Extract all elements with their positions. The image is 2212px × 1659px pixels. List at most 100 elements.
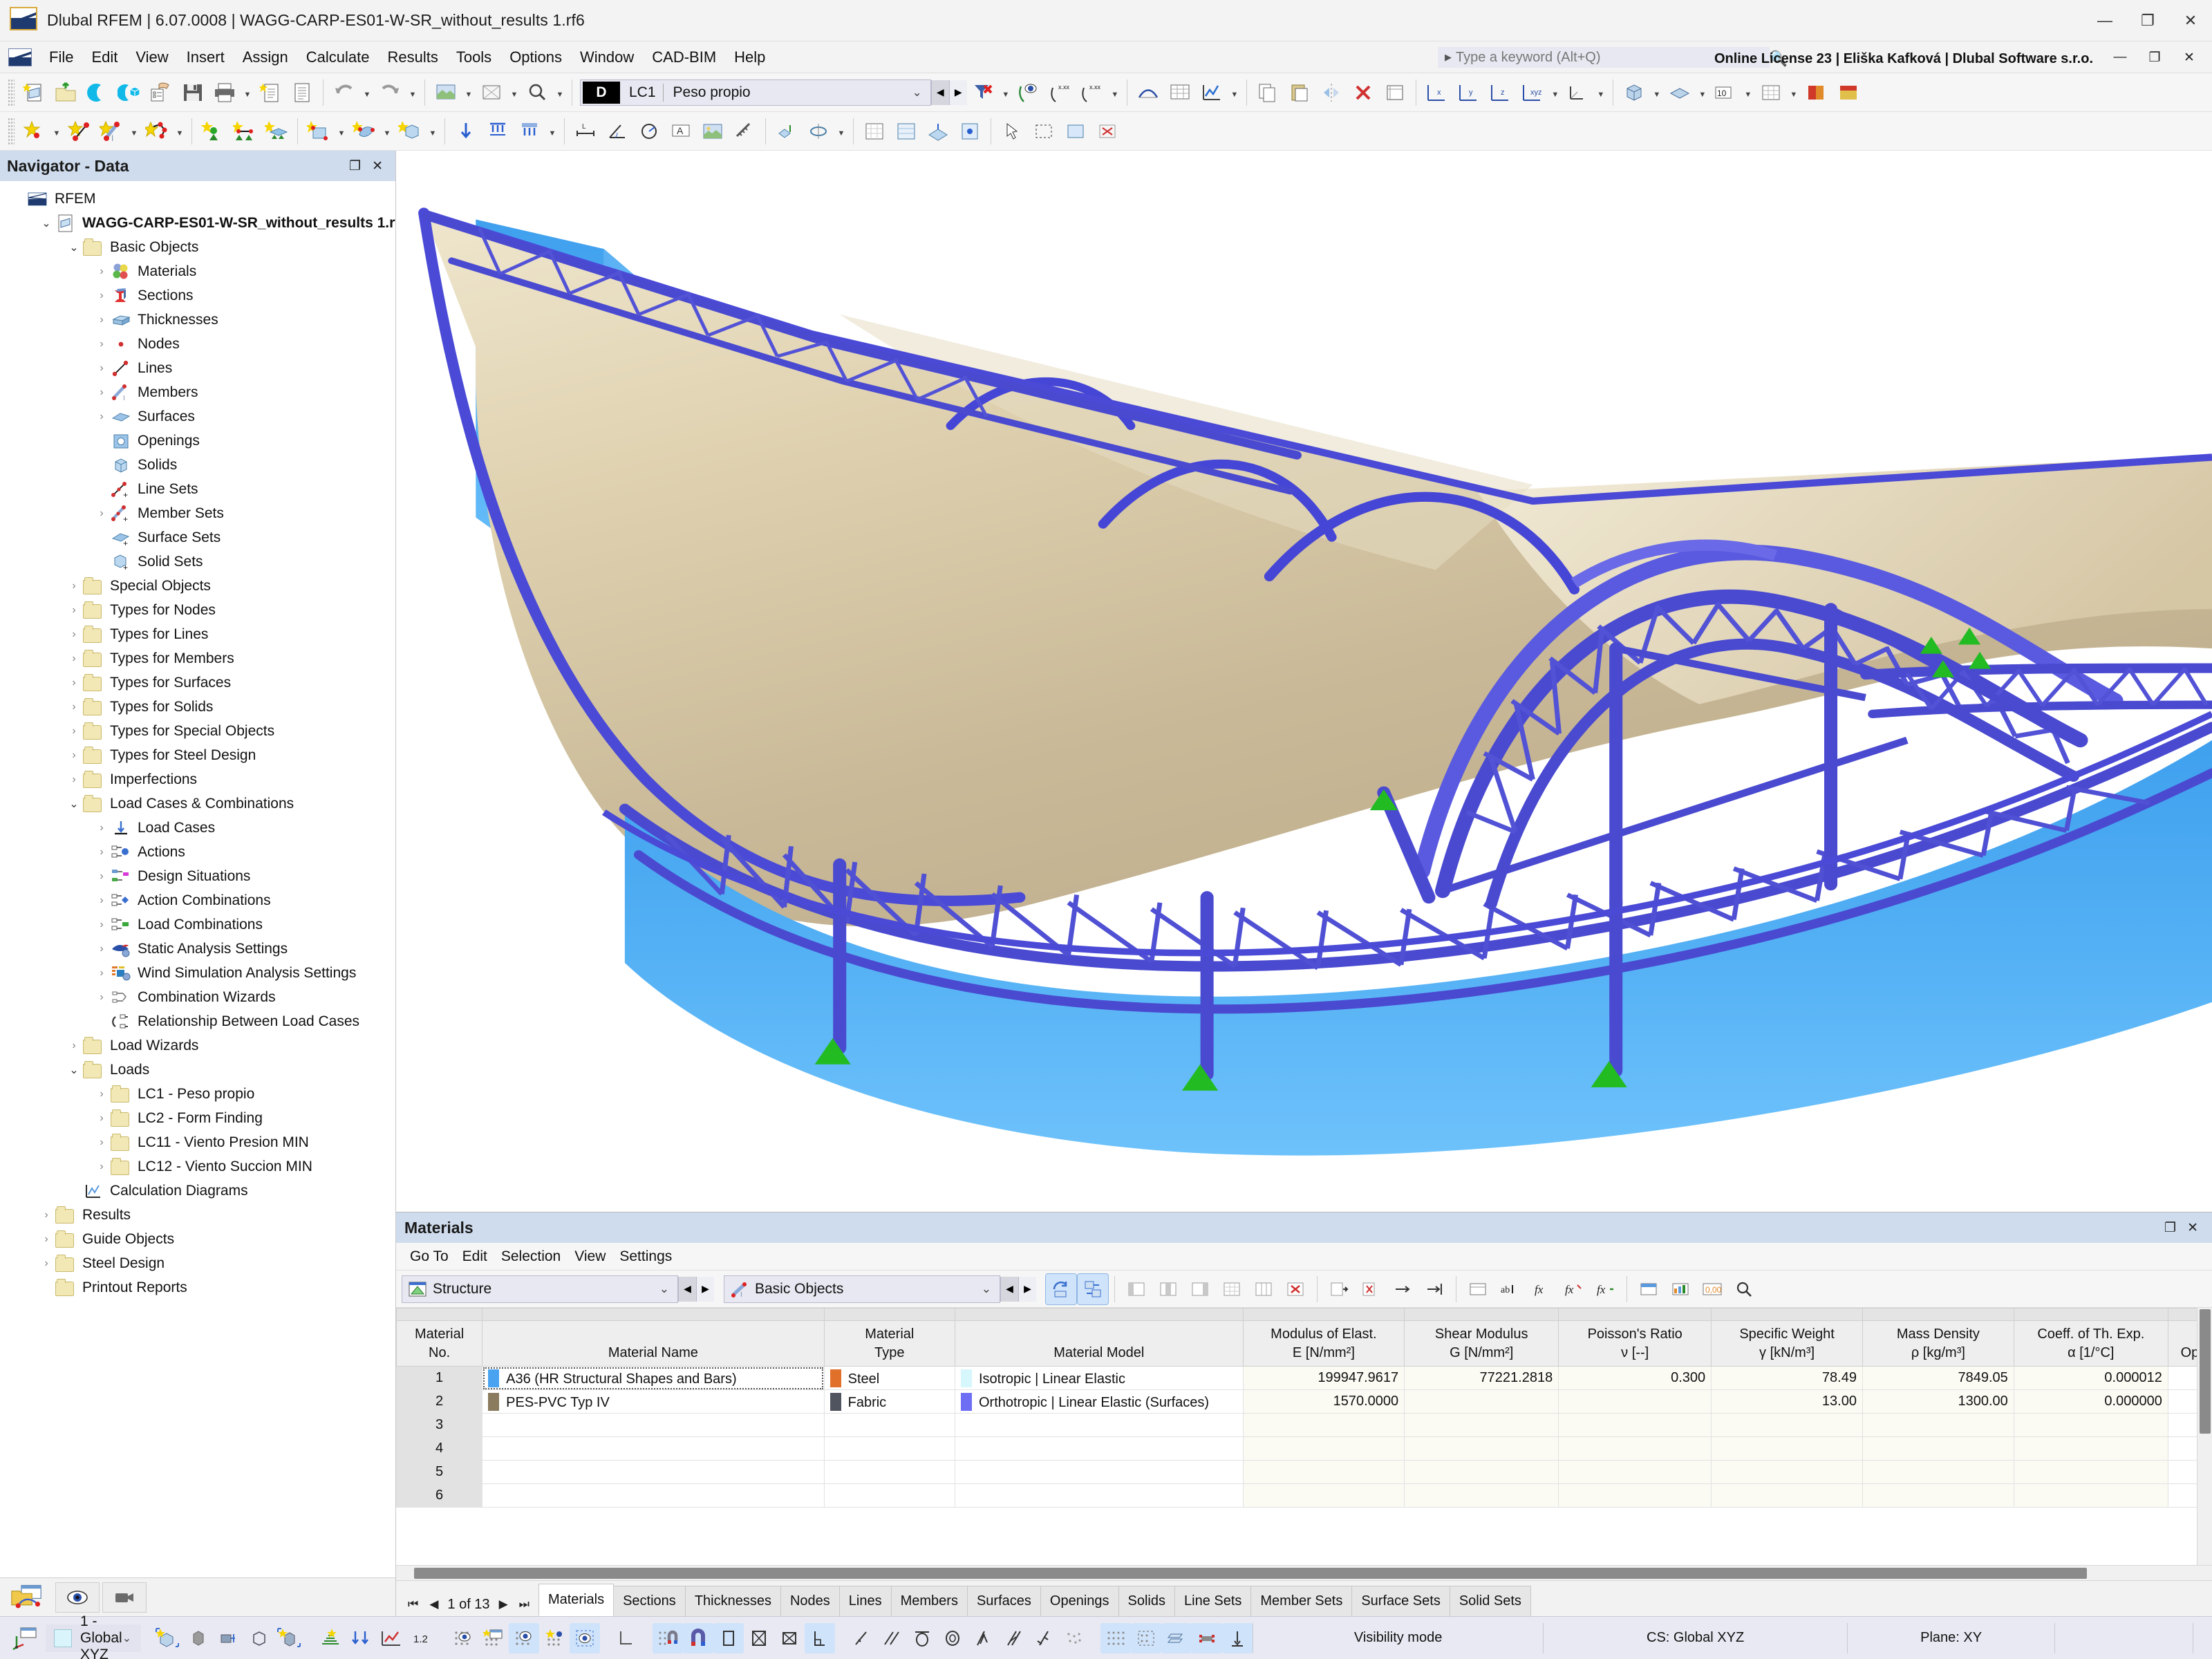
view3d-dropdown-arrow[interactable]: ▼ <box>1650 77 1664 109</box>
tab-solid-sets[interactable]: Solid Sets <box>1449 1586 1531 1616</box>
text-annotation-button[interactable]: A <box>665 115 697 147</box>
structure-prev-button[interactable]: ◀ <box>678 1276 696 1302</box>
rename-button[interactable]: ab <box>1494 1274 1525 1304</box>
extrude-button[interactable] <box>771 115 803 147</box>
column-header-1[interactable]: Material Name <box>482 1320 825 1367</box>
tree-item-action-combinations[interactable]: › Action Combinations <box>0 888 395 912</box>
material-name-cell[interactable]: PES-PVC Typ IV <box>482 1389 825 1414</box>
model-info-button[interactable] <box>145 77 177 109</box>
chevron-right-icon[interactable]: › <box>37 1209 55 1221</box>
colors-button[interactable] <box>1801 77 1833 109</box>
material-G-cell[interactable] <box>1404 1460 1559 1484</box>
numeric-display-button[interactable]: x.xx <box>1044 77 1076 109</box>
structure-chevron-down-icon[interactable]: ⌄ <box>659 1282 677 1296</box>
material-alpha-cell[interactable] <box>2013 1436 2168 1461</box>
snap-x-button[interactable]: x <box>1421 77 1453 109</box>
material-model-cell[interactable]: Orthotropic | Linear Elastic (Surfaces) <box>954 1389 1244 1414</box>
menu-assign[interactable]: Assign <box>234 44 297 71</box>
column-header-7[interactable]: Specific Weight γ [kN/m³] <box>1711 1320 1863 1367</box>
navigator-close-button[interactable]: ✕ <box>366 158 388 174</box>
structure-next-button[interactable]: ▶ <box>696 1276 714 1302</box>
chevron-down-icon[interactable]: ⌄ <box>65 1063 83 1077</box>
delete-row-button[interactable] <box>1280 1274 1311 1304</box>
material-gamma-cell[interactable]: 78.49 <box>1711 1366 1863 1390</box>
tab-lines[interactable]: Lines <box>838 1586 892 1616</box>
tree-item-types-for-solids[interactable]: › Types for Solids <box>0 695 395 719</box>
new-surface-load-button[interactable] <box>514 115 545 147</box>
no-grid-button[interactable] <box>774 1623 805 1653</box>
grid-settings-button[interactable] <box>890 115 922 147</box>
append-row-button[interactable] <box>1419 1274 1450 1304</box>
menu-window[interactable]: Window <box>571 44 643 71</box>
tree-item-rfem[interactable]: RFEM <box>0 187 395 211</box>
tree-item-load-cases[interactable]: › Load Cases <box>0 816 395 840</box>
chevron-right-icon[interactable]: › <box>65 774 83 786</box>
material-rho-cell[interactable]: 7849.05 <box>1862 1366 2014 1390</box>
work-plane-button[interactable] <box>922 115 954 147</box>
snap-y-button[interactable]: y <box>1453 77 1485 109</box>
menu-view[interactable]: View <box>126 44 177 71</box>
new-line-load-button[interactable] <box>482 115 514 147</box>
tree-item-lines[interactable]: › Lines <box>0 356 395 380</box>
chevron-right-icon[interactable]: › <box>65 725 83 738</box>
tree-item-thicknesses[interactable]: › Thicknesses <box>0 308 395 332</box>
table-row[interactable]: 6 <box>396 1483 2212 1508</box>
settings-button[interactable] <box>1379 77 1411 109</box>
toolbar-grip[interactable] <box>8 78 15 106</box>
tree-item-wind-simulation-analysis-settings[interactable]: › Wind Simulation Analysis Settings <box>0 961 395 985</box>
insert-row-button[interactable] <box>1324 1274 1354 1304</box>
new-surface-support-button[interactable] <box>261 115 292 147</box>
polyline-dropdown-arrow[interactable]: ▼ <box>173 115 187 147</box>
section-view-button[interactable] <box>213 1623 243 1653</box>
redo-button[interactable] <box>374 77 406 109</box>
no-snap-button[interactable] <box>744 1623 774 1653</box>
point-cloud-snap-button[interactable] <box>1059 1623 1089 1653</box>
formula-edit-button[interactable]: fx <box>1558 1274 1588 1304</box>
chevron-right-icon[interactable]: › <box>93 1088 111 1100</box>
material-alpha-cell[interactable] <box>2013 1460 2168 1484</box>
loads-view-button[interactable] <box>346 1623 376 1653</box>
material-name-cell[interactable]: A36 (HR Structural Shapes and Bars) <box>482 1366 825 1390</box>
new-member-button[interactable]: I <box>95 115 127 147</box>
navigator-pin-button[interactable]: ❐ <box>344 158 366 174</box>
new-line-support-button[interactable] <box>229 115 261 147</box>
new-printout-report-button[interactable] <box>254 77 286 109</box>
menu-edit[interactable]: Edit <box>82 44 126 71</box>
tab-surfaces[interactable]: Surfaces <box>966 1586 1041 1616</box>
material-E-cell[interactable]: 1570.0000 <box>1242 1389 1405 1414</box>
zoom-level-button[interactable]: 10 <box>1709 77 1741 109</box>
menu-options[interactable]: Options <box>500 44 571 71</box>
tree-item-special-objects[interactable]: › Special Objects <box>0 574 395 598</box>
tree-item-members[interactable]: › I Members <box>0 380 395 404</box>
table-row[interactable]: 5 <box>396 1460 2212 1484</box>
mirror-button[interactable] <box>1315 77 1347 109</box>
menu-file[interactable]: File <box>40 44 82 71</box>
material-rho-cell[interactable]: 1300.00 <box>1862 1389 2014 1414</box>
tree-item-guide-objects[interactable]: › Guide Objects <box>0 1227 395 1251</box>
printout-report-button[interactable] <box>286 77 318 109</box>
select-all-button[interactable] <box>1060 115 1091 147</box>
model-viewport[interactable] <box>396 151 2212 1212</box>
material-E-cell[interactable] <box>1242 1436 1405 1461</box>
material-E-cell[interactable] <box>1242 1413 1405 1437</box>
wireframe-button[interactable] <box>476 77 507 109</box>
material-gamma-cell[interactable] <box>1711 1483 1863 1508</box>
results-table-button[interactable] <box>1164 77 1196 109</box>
render-dropdown-arrow[interactable]: ▼ <box>462 77 476 109</box>
snap-object-button[interactable] <box>478 1623 509 1653</box>
doc-minimize-button[interactable]: — <box>2103 47 2137 68</box>
material-rho-cell[interactable] <box>1862 1460 2014 1484</box>
load-case-prev-button[interactable]: ◀ <box>930 79 949 105</box>
grid-snap-button[interactable] <box>859 115 890 147</box>
tree-item-materials[interactable]: › Materials <box>0 259 395 283</box>
tree-item-loads[interactable]: ⌄ Loads <box>0 1058 395 1082</box>
material-rho-cell[interactable] <box>1862 1483 2014 1508</box>
chevron-right-icon[interactable]: › <box>65 653 83 665</box>
save-button[interactable] <box>177 77 209 109</box>
tree-item-surfaces[interactable]: › Surfaces <box>0 404 395 429</box>
new-node-button[interactable] <box>18 115 50 147</box>
table-row[interactable]: 2 PES-PVC Typ IV Fabric Orthotropic | Linea… <box>396 1389 2212 1414</box>
tangent-snap-button[interactable] <box>907 1623 937 1653</box>
tree-item-types-for-special-objects[interactable]: › Types for Special Objects <box>0 719 395 743</box>
column-header-5[interactable]: Shear Modulus G [N/mm²] <box>1404 1320 1559 1367</box>
